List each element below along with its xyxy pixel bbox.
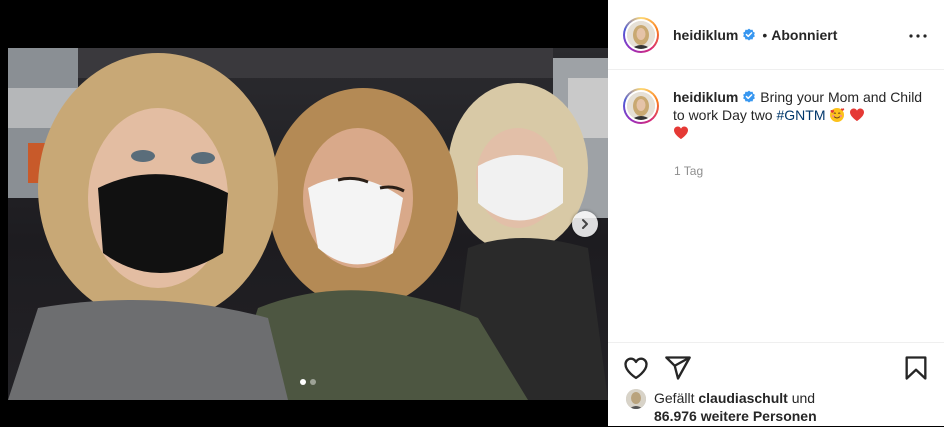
post-caption: heidiklum Bring your Mom and Child to wo…	[673, 88, 923, 142]
post-sidebar: heidiklum • Abonniert heidiklum Bring yo…	[608, 0, 944, 426]
likes-count-link[interactable]: 86.976 weitere Personen	[654, 408, 817, 424]
liker-username[interactable]: claudiaschult	[698, 390, 787, 406]
liker-avatar[interactable]	[626, 389, 646, 409]
verified-badge-icon	[743, 28, 756, 40]
header-separator: •	[762, 26, 768, 43]
red-heart-emoji	[850, 108, 865, 121]
carousel-dot	[310, 379, 316, 385]
carousel-next-button[interactable]	[572, 211, 598, 237]
verified-badge-icon	[743, 90, 756, 103]
carousel-indicator	[300, 379, 316, 385]
author-avatar[interactable]	[623, 16, 659, 53]
black-mask-left	[98, 174, 228, 273]
post-media	[0, 0, 608, 426]
follow-status-button[interactable]: Abonniert	[771, 27, 837, 43]
selfie-illustration	[8, 48, 608, 400]
chevron-right-icon	[582, 219, 588, 229]
share-icon[interactable]	[664, 354, 692, 382]
carousel-dot-active	[300, 379, 306, 385]
caption-author-avatar[interactable]	[623, 88, 659, 124]
avatar-image	[626, 389, 646, 409]
avatar-image	[627, 20, 655, 49]
caption-username[interactable]: heidiklum	[673, 89, 738, 105]
red-heart-emoji	[674, 126, 688, 139]
post-header: heidiklum • Abonniert	[608, 0, 944, 70]
bookmark-icon[interactable]	[902, 354, 930, 382]
white-mask-right	[478, 154, 563, 221]
likes-joiner: und	[791, 390, 816, 406]
caption-section: heidiklum Bring your Mom and Child to wo…	[608, 70, 944, 342]
avatar-image	[627, 92, 655, 120]
more-options-button[interactable]	[906, 24, 930, 48]
heart-icon[interactable]	[622, 354, 650, 382]
hashtag-link[interactable]: #GNTM	[776, 107, 825, 123]
author-username[interactable]: heidiklum	[673, 27, 738, 43]
likes-prefix: Gefällt	[654, 390, 695, 406]
more-options-icon	[909, 34, 927, 38]
likes-summary: Gefällt claudiaschult und 86.976 weitere…	[626, 389, 817, 425]
smiling-face-hearts-emoji	[830, 108, 845, 122]
caption-timestamp[interactable]: 1 Tag	[674, 164, 703, 178]
post-actions: Gefällt claudiaschult und 86.976 weitere…	[608, 342, 944, 427]
likes-text: Gefällt claudiaschult und 86.976 weitere…	[654, 389, 817, 425]
post-photo[interactable]	[8, 48, 608, 400]
white-mask-middle	[308, 177, 403, 265]
